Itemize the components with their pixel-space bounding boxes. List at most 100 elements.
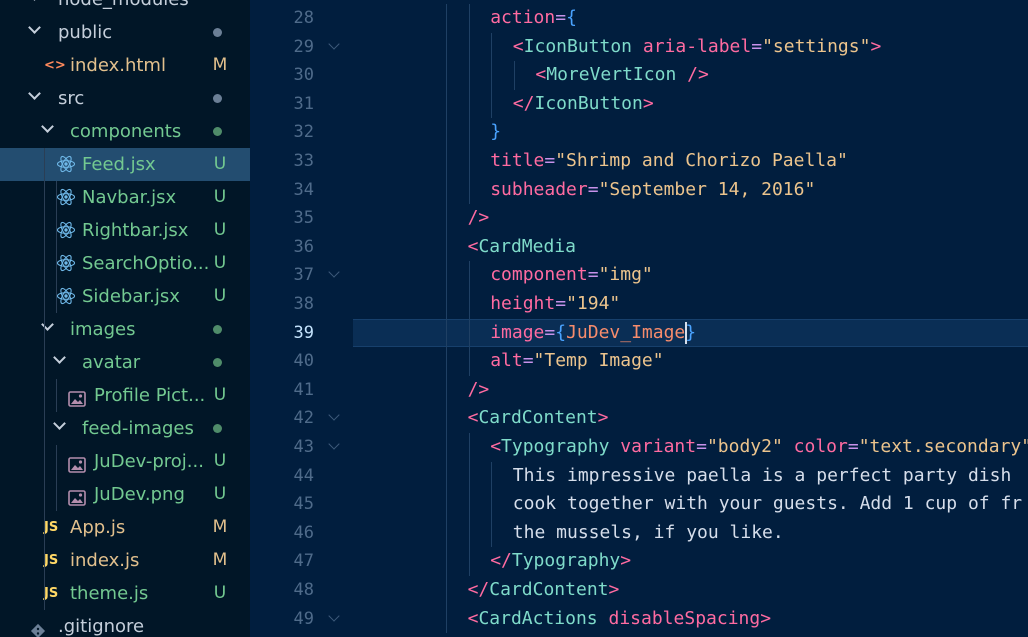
code-line[interactable]: 30 <MoreVertIcon /> <box>250 61 1028 90</box>
tree-item-avatar[interactable]: avatar <box>0 346 250 379</box>
indent-guide <box>446 375 447 405</box>
tree-item-label: images <box>70 319 136 340</box>
modified-dot-icon <box>213 325 222 334</box>
indent-guide <box>491 61 493 90</box>
git-status-badge: U <box>213 451 227 471</box>
tree-item-src[interactable]: src <box>0 82 250 115</box>
tree-item-profile-pict[interactable]: Profile Pict... U <box>0 379 250 412</box>
code-line[interactable]: 43 <Typography variant="body2" color="tex… <box>250 433 1028 462</box>
git-status-badge: M <box>212 550 228 570</box>
tree-item-label: index.html <box>70 55 166 76</box>
code-text: <MoreVertIcon /> <box>535 64 709 86</box>
indent-guide <box>446 290 447 319</box>
line-number: 46 <box>293 522 314 543</box>
indent-guide <box>446 404 447 433</box>
git-status-badge: M <box>212 55 228 75</box>
code-text: /> <box>467 207 490 229</box>
indent-guide <box>468 490 470 519</box>
javascript-file-icon: JS <box>44 520 59 535</box>
code-line[interactable]: 45 cook together with your guests. Add 1 … <box>250 490 1028 519</box>
tree-item-navbar-jsx[interactable]: Navbar.jsx U <box>0 181 250 214</box>
git-status-badge: U <box>213 253 227 273</box>
line-number: 38 <box>293 294 314 314</box>
tree-item-app-js[interactable]: JS App.js M <box>0 511 250 544</box>
tree-item-label: avatar <box>82 352 141 373</box>
code-line[interactable]: 39 image={JuDev_Image} <box>250 318 1028 348</box>
tree-item-rightbar-jsx[interactable]: Rightbar.jsx U <box>0 214 250 247</box>
indent-guide <box>446 61 447 90</box>
line-number: 31 <box>293 93 314 114</box>
tree-item--gitignore[interactable]: .gitignore <box>0 610 250 637</box>
code-line[interactable]: 35 /> <box>250 204 1028 233</box>
fold-chevron-icon[interactable] <box>328 438 340 450</box>
code-text: This impressive paella is a perfect part… <box>512 464 1012 486</box>
code-line[interactable]: 33 title="Shrimp and Chorizo Paella" <box>250 147 1028 176</box>
git-status-badge: U <box>213 154 227 174</box>
code-line[interactable]: 46 the mussels, if you like. <box>250 518 1028 548</box>
tree-item-index-html[interactable]: <> index.html M <box>0 49 250 82</box>
tree-item-feed-jsx[interactable]: Feed.jsx U <box>0 148 250 181</box>
code-line[interactable]: 41 /> <box>250 375 1028 405</box>
code-text: <CardContent> <box>467 407 609 429</box>
code-line[interactable]: 37 component="img" <box>250 261 1028 290</box>
line-number: 41 <box>293 379 314 400</box>
indent-guide <box>446 461 447 491</box>
code-line[interactable]: 40 alt="Temp Image" <box>250 347 1028 376</box>
tree-item-images[interactable]: images <box>0 313 250 346</box>
chevron-down-icon <box>53 351 66 364</box>
modified-dot-icon <box>213 127 222 136</box>
code-line[interactable]: 48 </CardContent> <box>250 576 1028 605</box>
line-number: 29 <box>293 36 314 57</box>
code-editor[interactable]: 28 action={29 <IconButton aria-label="sett… <box>250 0 1028 637</box>
code-line[interactable]: 42 <CardContent> <box>250 404 1028 433</box>
line-number: 43 <box>293 437 314 457</box>
code-line[interactable]: 47 </Typography> <box>250 547 1028 576</box>
tree-item-node-modules[interactable]: node_modules <box>0 0 250 16</box>
tree-item-searchoptio[interactable]: SearchOptio... U <box>0 247 250 280</box>
tree-item-judev-proj[interactable]: JuDev-proj... U <box>0 445 250 478</box>
code-text: height="194" <box>490 293 621 314</box>
modified-dot-icon <box>213 424 222 433</box>
tree-item-label: src <box>58 88 85 109</box>
code-line[interactable]: 32} <box>250 118 1028 147</box>
fold-chevron-icon[interactable] <box>328 266 340 279</box>
code-line[interactable]: 36 <CardMedia <box>250 232 1028 262</box>
indent-guide <box>446 547 447 576</box>
indent-guide <box>491 89 493 119</box>
code-line[interactable]: 28 action={ <box>250 4 1028 33</box>
fold-chevron-icon[interactable] <box>328 37 340 50</box>
modified-dot-icon <box>213 94 222 103</box>
indent-guide <box>468 32 470 62</box>
line-number: 35 <box>293 208 314 229</box>
code-line[interactable]: 38 height="194" <box>250 290 1028 319</box>
indent-guide <box>56 445 57 511</box>
code-line[interactable]: 49 <CardActions disableSpacing> <box>250 604 1028 634</box>
tree-item-sidebar-jsx[interactable]: Sidebar.jsx U <box>0 280 250 313</box>
line-number: 28 <box>293 8 314 28</box>
tree-item-theme-js[interactable]: JS theme.js U <box>0 577 250 610</box>
line-number: 34 <box>293 179 314 200</box>
code-line[interactable]: 44 This impressive paella is a perfect pa… <box>250 461 1028 491</box>
code-line[interactable]: 29 <IconButton aria-label="settings"> <box>250 32 1028 62</box>
tree-item-label: JuDev-proj... <box>94 451 204 472</box>
tree-item-index-js[interactable]: JS index.js M <box>0 544 250 577</box>
tree-item-judev-png[interactable]: JuDev.png U <box>0 478 250 511</box>
code-line[interactable]: 31 </IconButton> <box>250 89 1028 119</box>
code-text: </IconButton> <box>512 92 654 114</box>
tree-item-label: Feed.jsx <box>82 154 156 175</box>
indent-guide <box>468 433 470 462</box>
indent-guide <box>491 490 493 519</box>
indent-guide <box>446 204 447 233</box>
tree-item-public[interactable]: public <box>0 16 250 49</box>
tree-item-feed-images[interactable]: feed-images <box>0 412 250 445</box>
indent-guide <box>446 433 447 462</box>
indent-guide <box>468 347 470 376</box>
fold-chevron-icon[interactable] <box>328 609 340 622</box>
indent-guide <box>468 318 470 348</box>
indent-guide <box>446 232 447 262</box>
code-line[interactable]: 34 subheader="September 14, 2016" <box>250 175 1028 205</box>
line-number: 42 <box>293 408 314 429</box>
fold-chevron-icon[interactable] <box>328 409 340 422</box>
tree-item-components[interactable]: components <box>0 115 250 148</box>
react-icon <box>56 187 76 207</box>
